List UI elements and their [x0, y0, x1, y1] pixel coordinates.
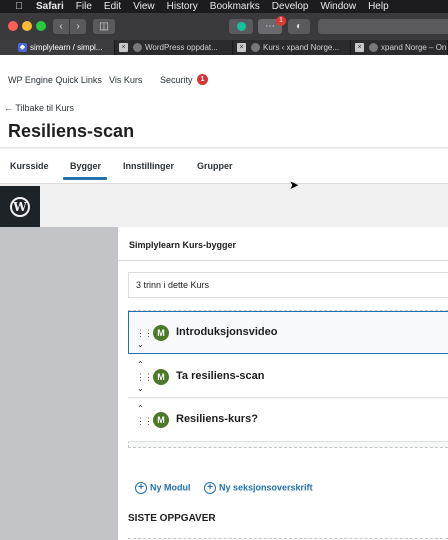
- browser-toolbar: ‹ › ◫ ⋯ 1 ◐: [0, 13, 448, 40]
- wordpress-logo-icon[interactable]: W: [0, 186, 40, 227]
- steps-count-label: 3 trinn i dette Kurs: [136, 280, 210, 290]
- active-tab-indicator: [63, 177, 107, 180]
- final-tasks-dropzone: [128, 538, 448, 539]
- grammarly-extension-icon[interactable]: [229, 19, 253, 34]
- drag-handle-icon[interactable]: ⋮⋮: [136, 328, 153, 339]
- module-title[interactable]: Introduksjonsvideo: [176, 326, 277, 338]
- extension-badge: 1: [276, 16, 286, 26]
- menu-safari[interactable]: Safari: [36, 1, 64, 12]
- menu-edit[interactable]: Edit: [104, 1, 121, 12]
- new-section-heading-button[interactable]: + Ny seksjonsoverskrift: [204, 482, 313, 494]
- browser-tab[interactable]: ◆ simplylearn / simpl...: [0, 40, 115, 55]
- close-window-button[interactable]: [8, 21, 18, 31]
- browser-tab-bar: ◆ simplylearn / simpl... × WordPress opp…: [0, 40, 448, 55]
- close-tab-icon[interactable]: ×: [119, 43, 128, 52]
- builder-title: Simplylearn Kurs-bygger: [129, 240, 237, 250]
- wordpress-favicon-icon: [133, 43, 142, 52]
- browser-tab[interactable]: × WordPress oppdat...: [115, 40, 233, 55]
- tab-kursside[interactable]: Kursside: [10, 161, 49, 171]
- menu-window[interactable]: Window: [321, 1, 357, 12]
- forward-button[interactable]: ›: [70, 19, 86, 34]
- address-bar[interactable]: [318, 19, 448, 34]
- drag-handle-icon[interactable]: ⋮⋮: [136, 416, 153, 427]
- move-down-icon[interactable]: ⌄: [137, 385, 144, 393]
- menu-history[interactable]: History: [167, 1, 198, 12]
- move-up-icon[interactable]: ⌃: [137, 361, 144, 369]
- mouse-cursor-icon: ➤: [289, 178, 300, 192]
- browser-tab[interactable]: × xpand Norge – Onli...: [351, 40, 448, 55]
- wordpress-favicon-icon: [369, 43, 378, 52]
- wordpress-w-icon: W: [10, 196, 30, 217]
- plus-icon: +: [204, 482, 216, 494]
- module-badge: M: [153, 369, 169, 385]
- module-badge: M: [153, 325, 169, 341]
- security-count-badge: 1: [197, 74, 208, 85]
- back-button[interactable]: ‹: [53, 19, 69, 34]
- module-badge: M: [153, 412, 169, 428]
- wp-admin-top-links: WP Engine Quick Links Vis Kurs Security: [0, 55, 448, 100]
- shield-favicon-icon: ◆: [18, 43, 27, 52]
- wordpress-favicon-icon: [251, 43, 260, 52]
- tab-grupper[interactable]: Grupper: [197, 161, 233, 171]
- new-module-button[interactable]: + Ny Modul: [135, 482, 191, 494]
- menu-develop[interactable]: Develop: [272, 1, 309, 12]
- tab-label: WordPress oppdat...: [145, 43, 218, 52]
- module-title[interactable]: Ta resiliens-scan: [176, 370, 264, 382]
- minimize-window-button[interactable]: [22, 21, 32, 31]
- menu-bookmarks[interactable]: Bookmarks: [210, 1, 260, 12]
- zoom-window-button[interactable]: [36, 21, 46, 31]
- sidebar-toggle-icon[interactable]: ◫: [93, 19, 115, 34]
- browser-tab[interactable]: × Kurs ‹ xpand Norge...: [233, 40, 351, 55]
- tab-label: simplylearn / simpl...: [30, 43, 103, 52]
- new-module-label: Ny Modul: [150, 482, 191, 493]
- close-tab-icon[interactable]: ×: [355, 43, 364, 52]
- tab-label: xpand Norge – Onli...: [381, 43, 448, 52]
- menu-file[interactable]: File: [76, 1, 92, 12]
- vis-kurs-link[interactable]: Vis Kurs: [109, 75, 142, 85]
- close-tab-icon[interactable]: ×: [237, 43, 246, 52]
- move-down-icon[interactable]: ⌄: [137, 341, 144, 349]
- wp-engine-quick-links[interactable]: WP Engine Quick Links: [8, 75, 102, 85]
- final-tasks-heading: SISTE OPPGAVER: [128, 513, 216, 524]
- page-title: Resiliens-scan: [8, 121, 135, 141]
- privacy-shield-icon[interactable]: ◐: [288, 19, 310, 34]
- tab-bygger[interactable]: Bygger: [70, 161, 101, 171]
- move-up-icon[interactable]: ⌃: [137, 405, 144, 413]
- plus-icon: +: [135, 482, 147, 494]
- back-to-courses-link[interactable]: ← Tilbake til Kurs: [4, 103, 74, 113]
- macos-menu-bar:  Safari File Edit View History Bookmark…: [0, 0, 448, 13]
- menu-view[interactable]: View: [133, 1, 155, 12]
- apple-icon[interactable]: : [12, 1, 26, 12]
- tab-label: Kurs ‹ xpand Norge...: [263, 43, 340, 52]
- drag-handle-icon[interactable]: ⋮⋮: [136, 372, 153, 383]
- tab-innstillinger[interactable]: Innstillinger: [123, 161, 174, 171]
- security-link[interactable]: Security: [160, 75, 193, 85]
- menu-help[interactable]: Help: [368, 1, 389, 12]
- admin-sidebar: [0, 227, 118, 540]
- module-title[interactable]: Resiliens-kurs?: [176, 413, 258, 425]
- new-section-label: Ny seksjonsoverskrift: [219, 482, 313, 493]
